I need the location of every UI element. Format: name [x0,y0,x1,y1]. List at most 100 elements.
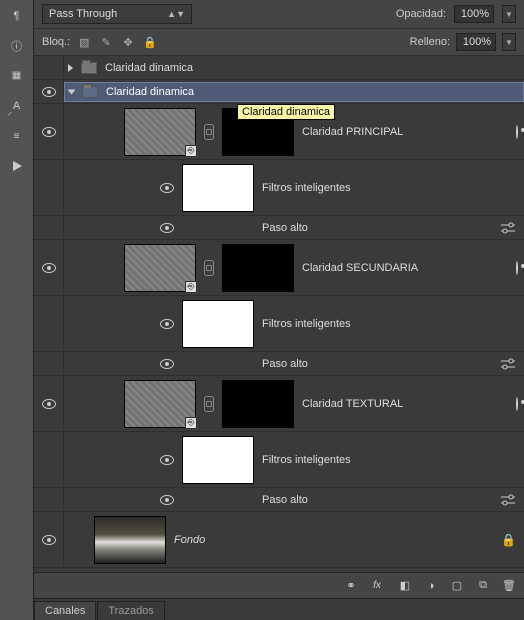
smart-filters-row[interactable]: Filtros inteligentes [34,160,524,216]
layer-group-open[interactable]: Claridad dinamica [34,80,524,104]
smart-filters-row[interactable]: Filtros inteligentes [34,432,524,488]
tab-canales[interactable]: Canales [34,601,96,620]
eye-icon [42,127,56,137]
tab-trazados[interactable]: Trazados [97,601,164,620]
disclosure-triangle-icon[interactable] [68,64,73,72]
background-layer-row[interactable]: Fondo 🔒 [34,512,524,568]
lock-image-icon[interactable]: ✎ [98,34,114,50]
group-name: Claridad dinamica [105,62,193,74]
eye-icon [42,535,56,545]
filter-name[interactable]: Paso alto [262,358,308,370]
eye-icon [42,263,56,273]
mask-link-icon[interactable] [204,124,214,140]
filter-visibility-icon[interactable] [516,126,518,138]
filter-options-icon[interactable] [500,358,516,370]
blend-mode-select[interactable]: Pass Through ▲▼ [42,4,192,24]
delete-layer-icon[interactable]: 🗑 [500,577,518,595]
filter-mask-thumbnail[interactable] [182,164,254,212]
filter-row[interactable]: Paso alto [34,352,524,376]
filter-name[interactable]: Paso alto [262,494,308,506]
tool-swatches-icon[interactable]: ▦ [5,64,29,88]
new-group-icon[interactable]: ▢ [448,577,466,595]
visibility-column [34,352,64,375]
filter-mask-thumbnail[interactable] [182,300,254,348]
visibility-toggle[interactable] [34,80,64,103]
add-mask-icon[interactable]: ◧ [396,577,414,595]
filter-row[interactable]: Paso alto [34,488,524,512]
vertical-toolbar: ¶ ⓘ ▦ A⸝ ≡ [0,0,34,620]
layer-mask-thumbnail[interactable] [222,244,294,292]
smart-filters-label: Filtros inteligentes [262,318,351,330]
eye-icon[interactable] [160,455,174,465]
visibility-toggle[interactable] [34,240,64,295]
folder-icon [81,62,97,74]
adjustment-layer-icon[interactable]: ◑ [422,577,440,595]
smart-object-badge-icon: ⎆ [185,417,197,429]
filter-options-icon[interactable] [500,494,516,506]
mask-link-icon[interactable] [204,396,214,412]
filter-options-icon[interactable] [500,222,516,234]
new-layer-icon[interactable]: ⧉ [474,577,492,595]
filter-name[interactable]: Paso alto [262,222,308,234]
filter-visibility-icon[interactable] [516,262,518,274]
tool-info-icon[interactable]: ⓘ [5,34,29,58]
disclosure-triangle-icon[interactable] [68,89,76,94]
eye-icon[interactable] [160,359,174,369]
blend-opacity-bar: Pass Through ▲▼ Opacidad: 100% ▼ [34,0,524,29]
fill-input[interactable]: 100% [456,33,496,51]
visibility-toggle[interactable] [34,104,64,159]
tool-play-icon[interactable] [5,154,29,178]
layers-bottom-bar: ⚭ fx ◧ ◑ ▢ ⧉ 🗑 [34,572,524,598]
eye-icon[interactable] [160,223,174,233]
folder-icon [82,86,98,98]
fill-label: Relleno: [410,36,450,48]
opacity-dropdown[interactable]: ▼ [502,5,516,23]
filter-row[interactable]: Paso alto [34,216,524,240]
eye-icon[interactable] [160,183,174,193]
lock-position-icon[interactable]: ✥ [120,34,136,50]
blend-mode-value: Pass Through [49,8,117,20]
eye-icon[interactable] [160,495,174,505]
visibility-toggle[interactable] [34,56,64,79]
visibility-column [34,432,64,487]
smart-filters-row[interactable]: Filtros inteligentes [34,296,524,352]
mask-link-icon[interactable] [204,260,214,276]
layer-name[interactable]: Claridad PRINCIPAL [302,126,403,138]
layer-name[interactable]: Fondo [174,534,205,546]
panel-tabs: Canales Trazados [34,598,524,620]
tool-paragraph-icon[interactable]: ¶ [5,4,29,28]
filter-visibility-icon[interactable] [516,398,518,410]
link-layers-icon[interactable]: ⚭ [342,577,360,595]
visibility-column [34,296,64,351]
eye-icon [42,87,56,97]
tool-type-icon[interactable]: A⸝ [5,94,29,118]
smart-filters-label: Filtros inteligentes [262,182,351,194]
lock-label: Bloq.: [42,36,70,48]
smart-filters-label: Filtros inteligentes [262,454,351,466]
visibility-toggle[interactable] [34,376,64,431]
layer-row[interactable]: ⎆ Claridad dinamica Claridad PRINCIPAL [34,104,524,160]
layers-list: Claridad dinamica Claridad dinamica ⎆ [34,56,524,572]
tooltip: Claridad dinamica [237,104,335,120]
eye-icon [42,399,56,409]
lock-all-icon[interactable]: 🔒 [142,34,158,50]
layer-mask-thumbnail[interactable] [222,380,294,428]
tool-separator-icon: ≡ [5,124,29,148]
lock-icon[interactable]: 🔒 [501,533,516,547]
dropdown-arrows-icon: ▲▼ [167,9,185,19]
layer-style-button[interactable]: fx [368,577,386,595]
visibility-toggle[interactable] [34,512,64,567]
filter-mask-thumbnail[interactable] [182,436,254,484]
lock-transparency-icon[interactable]: ▧ [76,34,92,50]
layer-row[interactable]: ⎆ Claridad TEXTURAL [34,376,524,432]
fill-dropdown[interactable]: ▼ [502,33,516,51]
opacity-label: Opacidad: [396,8,446,20]
layers-panel: Pass Through ▲▼ Opacidad: 100% ▼ Bloq.: … [34,0,524,620]
eye-icon[interactable] [160,319,174,329]
opacity-input[interactable]: 100% [454,5,494,23]
layer-name[interactable]: Claridad SECUNDARIA [302,262,418,274]
layer-name[interactable]: Claridad TEXTURAL [302,398,403,410]
layer-group-collapsed[interactable]: Claridad dinamica [34,56,524,80]
layer-row[interactable]: ⎆ Claridad SECUNDARIA [34,240,524,296]
layer-thumbnail[interactable] [94,516,166,564]
